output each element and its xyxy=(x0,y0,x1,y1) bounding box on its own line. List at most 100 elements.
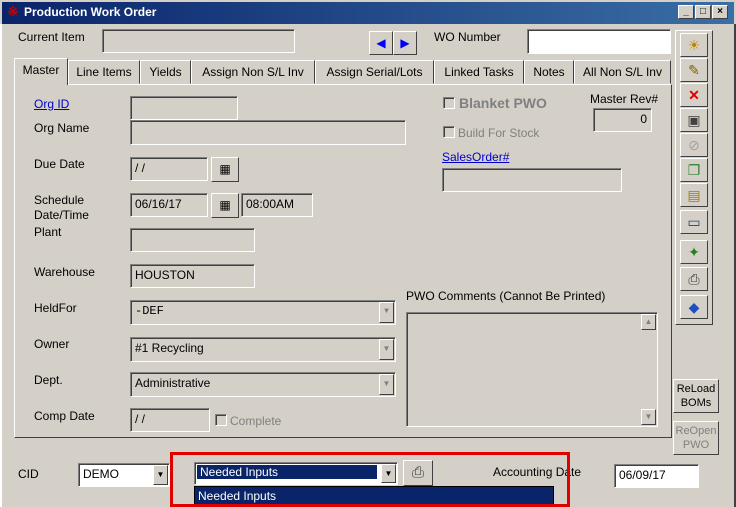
blanket-pwo-checkbox[interactable] xyxy=(443,97,455,109)
dept-select[interactable]: Administrative ▼ xyxy=(130,372,396,397)
org-name-label: Org Name xyxy=(34,121,90,135)
build-for-stock-checkbox[interactable] xyxy=(443,126,455,138)
app-icon: ※ xyxy=(7,4,19,19)
cid-value: DEMO xyxy=(83,467,119,481)
pwo-comments-label: PWO Comments (Cannot Be Printed) xyxy=(406,289,606,303)
new-document-icon: ▤ xyxy=(687,187,701,203)
scroll-up-icon[interactable]: ▲ xyxy=(641,314,656,330)
chevron-down-icon[interactable]: ▼ xyxy=(379,339,394,360)
dept-value: Administrative xyxy=(135,376,211,390)
save-button[interactable]: ▣ xyxy=(680,108,708,132)
schedule-calendar-button[interactable]: ▦ xyxy=(211,193,239,218)
close-button[interactable]: × xyxy=(712,5,728,19)
master-rev-label: Master Rev# xyxy=(590,92,659,106)
printer-icon: ⎙ xyxy=(688,271,700,287)
scroll-down-icon[interactable]: ▼ xyxy=(641,409,656,425)
due-date-field[interactable]: / / xyxy=(130,157,208,181)
reopen-label-1: ReOpen xyxy=(675,425,717,437)
org-id-link[interactable]: Org ID xyxy=(34,97,69,111)
next-record-button[interactable]: ▶ xyxy=(393,31,417,55)
org-name-field[interactable] xyxy=(130,120,406,145)
heldfor-select[interactable]: -DEF ▼ xyxy=(130,300,396,325)
calendar-icon: ▦ xyxy=(219,198,231,212)
tab-master[interactable]: Master xyxy=(14,58,68,85)
reopen-label-2: PWO xyxy=(682,439,710,451)
wo-number-field[interactable] xyxy=(527,29,671,54)
save-icon: ▣ xyxy=(687,112,701,128)
delete-icon: ✕ xyxy=(688,87,700,103)
cancel-icon: ⊘ xyxy=(688,137,700,153)
complete-checkbox[interactable] xyxy=(215,414,227,426)
copy-icon: ❐ xyxy=(687,162,701,178)
dept-label: Dept. xyxy=(34,373,63,387)
schedule-date-field[interactable]: 06/16/17 xyxy=(130,193,208,217)
tab-assign-non-sl-inv[interactable]: Assign Non S/L Inv xyxy=(191,60,315,84)
tab-yields[interactable]: Yields xyxy=(140,60,191,84)
wizard-button[interactable]: ✦ xyxy=(680,240,708,264)
window-title: Production Work Order xyxy=(24,5,157,19)
plant-field[interactable] xyxy=(130,228,255,252)
schedule-label-line2: Date/Time xyxy=(34,208,89,222)
edit-button[interactable]: ✎ xyxy=(680,58,708,82)
owner-label: Owner xyxy=(34,337,70,351)
sales-order-field[interactable] xyxy=(442,168,622,192)
schedule-time-field[interactable]: 08:00AM xyxy=(241,193,313,217)
tab-linked-tasks[interactable]: Linked Tasks xyxy=(434,60,524,84)
complete-label: Complete xyxy=(230,414,282,428)
print-button[interactable]: ⎙ xyxy=(680,267,708,291)
tab-assign-serial-lots[interactable]: Assign Serial/Lots xyxy=(315,60,434,84)
lookup-button[interactable]: ☀ xyxy=(680,33,708,57)
new-button[interactable]: ▤ xyxy=(680,183,708,207)
chevron-down-icon[interactable]: ▼ xyxy=(153,465,168,485)
comp-date-label: Comp Date xyxy=(34,409,95,423)
wand-icon: ✦ xyxy=(688,244,700,260)
build-for-stock-label: Build For Stock xyxy=(458,126,540,140)
cancel-button[interactable]: ⊘ xyxy=(680,133,708,157)
reload-label-2: BOMs xyxy=(680,397,712,409)
reopen-pwo-button[interactable]: ReOpen PWO xyxy=(673,421,719,455)
reload-boms-button[interactable]: ReLoad BOMs xyxy=(673,379,719,413)
tab-notes[interactable]: Notes xyxy=(524,60,574,84)
accounting-date-field[interactable]: 06/09/17 xyxy=(614,464,699,488)
minimize-button[interactable]: _ xyxy=(678,5,694,19)
comp-date-field[interactable]: / / xyxy=(130,408,210,432)
card-icon: ▭ xyxy=(687,214,701,230)
sales-order-link[interactable]: SalesOrder# xyxy=(442,150,509,164)
wo-number-label: WO Number xyxy=(434,30,501,44)
delete-button[interactable]: ✕ xyxy=(680,83,708,107)
cid-select[interactable]: DEMO ▼ xyxy=(78,463,170,487)
chevron-down-icon[interactable]: ▼ xyxy=(379,302,394,323)
edit-icon: ✎ xyxy=(688,62,700,78)
master-rev-field[interactable]: 0 xyxy=(593,108,652,132)
blanket-pwo-label: Blanket PWO xyxy=(459,95,547,111)
lookup-icon: ☀ xyxy=(687,37,701,53)
org-id-field[interactable] xyxy=(130,96,238,120)
arrow-left-icon: ◀ xyxy=(376,36,386,50)
chevron-down-icon[interactable]: ▼ xyxy=(379,374,394,395)
cid-label: CID xyxy=(18,467,39,481)
copy-button[interactable]: ❐ xyxy=(680,158,708,182)
maximize-button[interactable]: □ xyxy=(695,5,711,19)
prev-record-button[interactable]: ◀ xyxy=(369,31,393,55)
warehouse-label: Warehouse xyxy=(34,265,95,279)
plant-label: Plant xyxy=(34,225,62,239)
calendar-icon: ▦ xyxy=(219,162,231,176)
tab-all-non-sl-inv[interactable]: All Non S/L Inv xyxy=(574,60,671,84)
schedule-label-line1: Schedule xyxy=(34,193,85,207)
pwo-comments-textarea[interactable]: ▲ ▼ xyxy=(406,312,658,427)
due-date-calendar-button[interactable]: ▦ xyxy=(211,157,239,182)
tab-line-items[interactable]: Line Items xyxy=(68,60,140,84)
tag-icon: ◆ xyxy=(688,299,700,315)
heldfor-value: -DEF xyxy=(135,304,164,318)
title-bar: ※ Production Work Order _ □ × xyxy=(0,0,736,24)
warehouse-field[interactable]: HOUSTON xyxy=(130,264,255,288)
owner-select[interactable]: #1 Recycling ▼ xyxy=(130,337,396,362)
heldfor-label: HeldFor xyxy=(34,301,77,315)
owner-value: #1 Recycling xyxy=(135,341,204,355)
current-item-label: Current Item xyxy=(18,30,85,44)
current-item-field[interactable] xyxy=(102,29,295,53)
card-button[interactable]: ▭ xyxy=(680,210,708,234)
reload-label-1: ReLoad xyxy=(676,383,716,395)
attach-button[interactable]: ◆ xyxy=(680,295,708,319)
due-date-label: Due Date xyxy=(34,157,85,171)
